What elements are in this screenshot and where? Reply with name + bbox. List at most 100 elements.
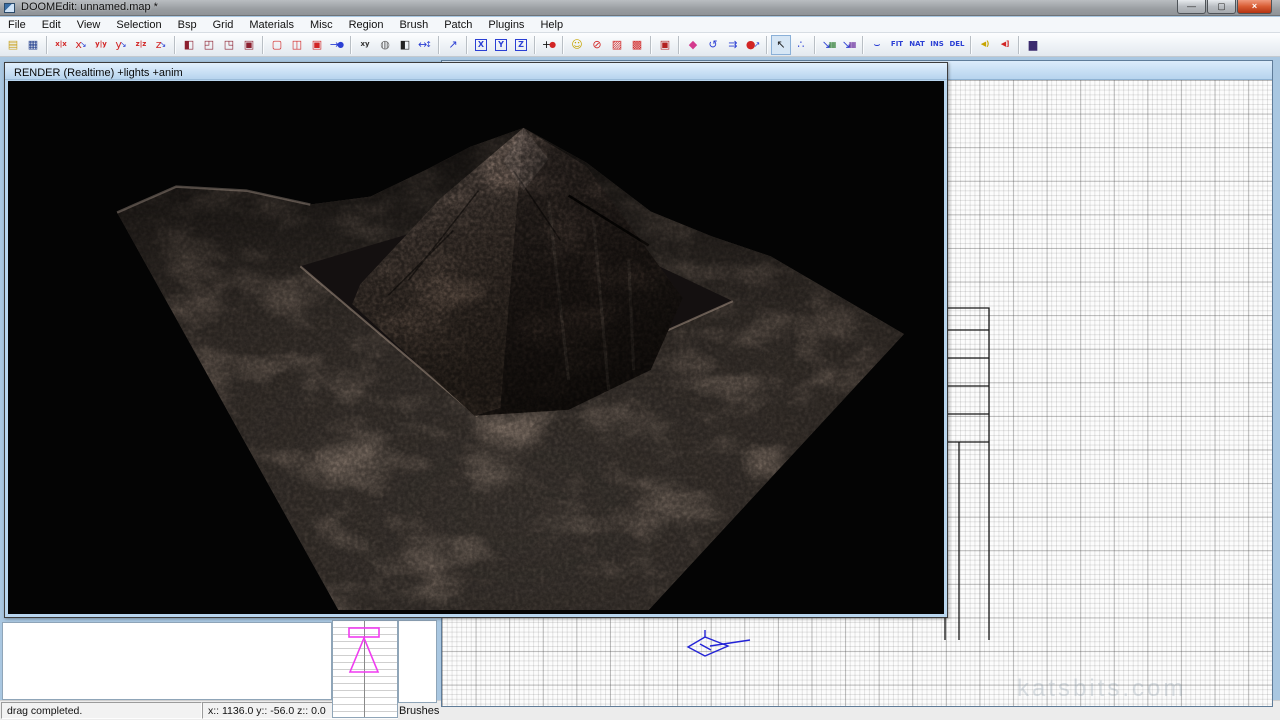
toolbar-separator xyxy=(970,36,972,54)
toolbar-clip-selection-button[interactable]: ▣ xyxy=(239,35,259,55)
toolbar-cubic-clip-button[interactable]: ▣ xyxy=(655,35,675,55)
menu-bsp[interactable]: Bsp xyxy=(170,17,205,33)
z-view-window[interactable] xyxy=(332,620,398,718)
toolbar-vertex-mode-button[interactable]: ●↗ xyxy=(743,35,763,55)
toolbar-sound-properties-button[interactable]: ◀] xyxy=(995,35,1015,55)
toolbar-fit-texture-button[interactable]: FIT xyxy=(887,35,907,55)
select-edges-icon: ∴ xyxy=(798,39,805,50)
toolbar-rotate-z-button[interactable]: z↘ xyxy=(151,35,171,55)
toolbar-filter-detail-button[interactable]: ▩ xyxy=(627,35,647,55)
toolbar-simple-patch-button[interactable]: ◆ xyxy=(683,35,703,55)
toolbar-select-touching-button[interactable]: ▢ xyxy=(267,35,287,55)
toolbar-show-angles-button[interactable]: ☺ xyxy=(567,35,587,55)
console-window[interactable] xyxy=(2,622,332,700)
toolbar-free-rotation-button[interactable]: ↔↕ xyxy=(415,35,435,55)
toolbar-camera-preview-button[interactable]: ◧ xyxy=(395,35,415,55)
toolbar-select-vertices-button[interactable]: ↖ xyxy=(771,35,791,55)
toolbar-separator xyxy=(766,36,768,54)
menu-edit[interactable]: Edit xyxy=(34,17,69,33)
toolbar-open-file-button[interactable]: ▤ xyxy=(3,35,23,55)
toolbar-csg-subtract-button[interactable]: ◳ xyxy=(219,35,239,55)
camera-icon[interactable] xyxy=(680,628,754,664)
render-window-title-bar[interactable]: RENDER (Realtime) +lights +anim xyxy=(5,63,947,80)
toolbar-paste-face-texture-button[interactable]: ↘▦ xyxy=(839,35,859,55)
delete-patch-icon: DEL xyxy=(949,41,964,48)
sound-properties-icon: ◀] xyxy=(1001,41,1010,48)
toolbar-csg-merge-button[interactable]: ◰ xyxy=(199,35,219,55)
vertex-mode-icon-overlay: ↗ xyxy=(753,41,760,49)
toolbar-flip-x-button[interactable]: x|x xyxy=(51,35,71,55)
rotate-x-icon-overlay: ↘ xyxy=(80,41,87,49)
watermark-text: katsbits.com xyxy=(1017,675,1186,703)
toolbar-drag-patch-points-button[interactable]: ⇉ xyxy=(723,35,743,55)
toolbar-select-whole-button[interactable]: ▣ xyxy=(307,35,327,55)
rotate-y-icon-overlay: ↘ xyxy=(120,41,127,49)
menu-selection[interactable]: Selection xyxy=(108,17,169,33)
window-controls: — ▢ × xyxy=(1176,0,1272,15)
menu-grid[interactable]: Grid xyxy=(205,17,242,33)
toolbar-insert-patch-button[interactable]: INS xyxy=(927,35,947,55)
toolbar-center-camera-button[interactable]: +● xyxy=(539,35,559,55)
toolbar-save-file-button[interactable]: ▦ xyxy=(23,35,43,55)
toolbar-separator xyxy=(562,36,564,54)
menu-brush[interactable]: Brush xyxy=(391,17,436,33)
toolbar-toggle-views-button[interactable]: xy xyxy=(355,35,375,55)
close-button[interactable]: × xyxy=(1237,0,1272,14)
fit-texture-icon: FIT xyxy=(891,41,903,48)
menu-file[interactable]: File xyxy=(0,17,34,33)
menu-bar: FileEditViewSelectionBspGridMaterialsMis… xyxy=(0,17,1280,33)
z-camera-marker[interactable] xyxy=(333,621,399,719)
title-bar[interactable]: DOOMEdit: unnamed.map * — ▢ × xyxy=(0,0,1280,16)
csg-merge-icon: ◰ xyxy=(204,39,214,50)
brush-outlines[interactable] xyxy=(944,307,992,641)
status-brush-count: Brushes xyxy=(399,705,439,717)
toolbar-filter-caulk-button[interactable]: ▨ xyxy=(607,35,627,55)
toolbar-bend-mode-button[interactable]: ↺ xyxy=(703,35,723,55)
natural-texture-icon: NAT xyxy=(909,41,925,48)
status-message: drag completed. xyxy=(1,702,202,719)
restore-button[interactable]: ▢ xyxy=(1207,0,1236,14)
flip-x-icon: x|x xyxy=(55,41,67,48)
toolbar-natural-texture-button[interactable]: NAT xyxy=(907,35,927,55)
toolbar-flip-y-button[interactable]: y|y xyxy=(91,35,111,55)
menu-materials[interactable]: Materials xyxy=(241,17,302,33)
toolbar-axis-z-button[interactable]: Z xyxy=(511,35,531,55)
menu-region[interactable]: Region xyxy=(341,17,392,33)
toolbar-rotate-x-button[interactable]: x↘ xyxy=(71,35,91,55)
filter-detail-icon: ▩ xyxy=(632,39,642,50)
minimize-button[interactable]: — xyxy=(1177,0,1206,14)
menu-misc[interactable]: Misc xyxy=(302,17,341,33)
menu-view[interactable]: View xyxy=(69,17,109,33)
inspector-panel[interactable] xyxy=(398,620,437,703)
show-angles-icon: ☺ xyxy=(571,39,582,50)
toolbar-select-inside-button[interactable]: ◫ xyxy=(287,35,307,55)
toggle-views-icon: xy xyxy=(360,41,369,48)
toolbar-cycle-layouts-button[interactable]: ↗ xyxy=(443,35,463,55)
render-window-title: RENDER (Realtime) +lights +anim xyxy=(5,65,183,81)
app-icon xyxy=(4,3,15,13)
toolbar-cap-patch-button[interactable]: ⌣ xyxy=(867,35,887,55)
toolbar-hide-entities-button[interactable]: ⊘ xyxy=(587,35,607,55)
toolbar-select-edges-button[interactable]: ∴ xyxy=(791,35,811,55)
menu-plugins[interactable]: Plugins xyxy=(480,17,532,33)
toolbar-texture-window-button[interactable]: ▆ xyxy=(1023,35,1043,55)
toolbar-translate-selection-button[interactable]: →● xyxy=(327,35,347,55)
insert-patch-icon: INS xyxy=(930,41,944,48)
menu-patch[interactable]: Patch xyxy=(436,17,480,33)
toolbar-texture-view-mode-button[interactable]: ◍ xyxy=(375,35,395,55)
toolbar-rotate-y-button[interactable]: y↘ xyxy=(111,35,131,55)
toolbar-csg-hollow-button[interactable]: ◧ xyxy=(179,35,199,55)
render-viewport[interactable] xyxy=(8,81,944,614)
toolbar-copy-face-texture-button[interactable]: ↘▦ xyxy=(819,35,839,55)
flip-y-icon: y|y xyxy=(95,41,107,48)
render-window[interactable]: RENDER (Realtime) +lights +anim xyxy=(4,62,948,618)
toolbar-toggle-sound-button[interactable]: ◀) xyxy=(975,35,995,55)
texture-window-icon: ▆ xyxy=(1029,39,1037,50)
drag-patch-points-icon: ⇉ xyxy=(728,39,737,50)
toolbar-axis-x-button[interactable]: X xyxy=(471,35,491,55)
copy-face-texture-icon-overlay: ▦ xyxy=(829,41,837,49)
menu-help[interactable]: Help xyxy=(532,17,571,33)
toolbar-delete-patch-button[interactable]: DEL xyxy=(947,35,967,55)
toolbar-axis-y-button[interactable]: Y xyxy=(491,35,511,55)
toolbar-flip-z-button[interactable]: z|z xyxy=(131,35,151,55)
